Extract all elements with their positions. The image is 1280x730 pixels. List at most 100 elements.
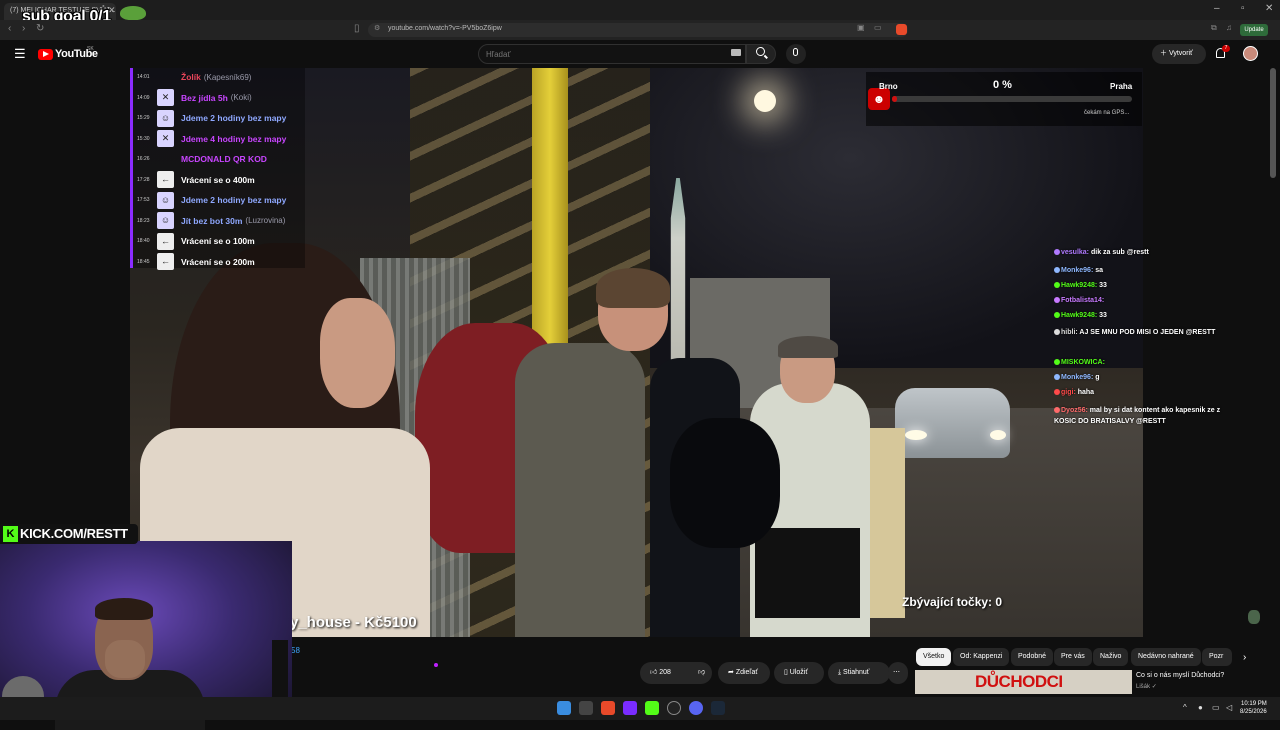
task-label: Jdeme 4 hodiny bez mapy (181, 133, 287, 144)
thumbs-up-icon: 👍︎ (650, 669, 660, 676)
chat-username: Hawk9248: (1061, 282, 1098, 289)
task-time: 15:29 (137, 115, 150, 121)
gps-progress-fill (892, 96, 897, 102)
task-row: 15:30 ✕ Jdeme 4 hodiny bez mapy (137, 130, 286, 148)
chat-badge-icon (1054, 297, 1060, 304)
kick-url: KICK.COM/RESTT (20, 526, 128, 541)
windows-start-icon[interactable] (557, 701, 571, 715)
chat-text: haha (1077, 389, 1095, 396)
chip-filter[interactable]: Podobné (1011, 648, 1054, 666)
create-button[interactable]: ＋ Vytvoriť (1152, 44, 1206, 64)
task-time: 17:28 (137, 176, 150, 183)
task-label: Vrácení se o 100m (181, 236, 255, 246)
chip-filter[interactable]: Pozr (1202, 648, 1232, 666)
page-scrollbar[interactable] (1270, 68, 1276, 178)
discord-icon[interactable] (689, 701, 703, 715)
gps-status: čekám na GPS... (1084, 110, 1130, 116)
app-icon[interactable] (579, 701, 593, 715)
task-label: Bez jídla 5h (181, 92, 228, 103)
task-time: 14:01 (137, 74, 150, 80)
network-icon[interactable]: ▭ (1212, 703, 1220, 712)
gps-percent: 0 % (993, 79, 1012, 91)
chip-filter[interactable]: Nedávno nahrané (1131, 648, 1201, 666)
chat-message: hibli: AJ SE MNU POD MISI O JEDEN @RESTT (1054, 328, 1230, 339)
close-window-icon[interactable]: ✕ (1265, 3, 1273, 14)
like-button[interactable]: 👍︎ 208 (640, 662, 688, 684)
menu-icon[interactable]: ☰ (14, 46, 26, 62)
more-actions-button[interactable]: ⋯ (888, 662, 908, 684)
chip-filter[interactable]: Naživo (1093, 648, 1129, 666)
share-button[interactable]: ➦ Zdieľať (718, 662, 770, 684)
verified-icon: ✓ (1151, 684, 1157, 690)
chevron-right-icon[interactable]: › (1243, 652, 1246, 663)
brave-browser-icon[interactable] (601, 701, 615, 715)
cross-icon: ✕ (157, 89, 174, 106)
obs-icon[interactable] (667, 701, 681, 715)
chat-username: Monke96: (1061, 374, 1094, 381)
notification-badge: 7 (1222, 45, 1230, 52)
mascot-icon (1248, 610, 1260, 624)
video-car-headlight (905, 430, 927, 440)
chip-filter[interactable]: Od: Kappenzi (953, 648, 1010, 666)
chat-message: Hawk9248: 33 (1054, 311, 1230, 322)
task-label: Vrácení se o 200m (181, 256, 255, 267)
task-label: MCDONALD QR KOD (181, 154, 267, 164)
brave-shield-icon[interactable] (896, 24, 907, 35)
chat-message: Monke96: g (1054, 373, 1230, 384)
youtube-play-glyph (43, 51, 49, 57)
task-row: 14:09 ✕ Bez jídla 5h (Koki) (137, 89, 252, 107)
chip-filter[interactable]: Všetko (916, 648, 952, 666)
thumbnail-text: DŮCHODCI (975, 672, 1063, 691)
share-label: Zdieľať (735, 669, 758, 676)
task-time: 16:26 (137, 156, 150, 162)
minimize-icon[interactable]: – (1214, 3, 1220, 14)
tray-clock[interactable]: 10:19 PM 8/25/2026 (1240, 700, 1267, 716)
download-button[interactable]: ⤓ Stiahnuť (828, 662, 890, 684)
site-info-icon[interactable]: ⚙ (374, 24, 380, 32)
reload-icon[interactable]: ↻ (36, 23, 44, 34)
sidebar-icon[interactable]: ▭ (874, 23, 882, 32)
chat-username: Dyoz56: (1061, 407, 1088, 414)
avatar[interactable] (1243, 46, 1258, 61)
update-button[interactable]: Update (1240, 24, 1268, 36)
save-label: Uložiť (789, 669, 808, 676)
kick-logo-icon: K (3, 526, 18, 542)
app-icon[interactable] (623, 701, 637, 715)
bookmark-icon[interactable]: ▯ (354, 23, 360, 34)
mic-tray-icon[interactable]: ● (1198, 703, 1203, 712)
extensions-icon[interactable]: ⧉ (1211, 23, 1217, 33)
volume-icon[interactable]: ◁ (1226, 703, 1232, 712)
steam-icon[interactable] (711, 701, 725, 715)
save-button[interactable]: ▯ Uložiť (774, 662, 824, 684)
media-icon[interactable]: ♫ (1226, 23, 1232, 32)
chat-badge-icon (1054, 329, 1060, 336)
chip-filter[interactable]: Pre vás (1054, 648, 1092, 666)
task-requester: (Koki) (230, 93, 252, 102)
maximize-icon[interactable]: ▫ (1241, 3, 1245, 14)
video-sign-board (865, 428, 905, 618)
region-code: SK (87, 46, 94, 52)
task-requester: (Kapesník69) (203, 72, 252, 82)
recommendation-title[interactable]: Co si o nás myslí Důchodci? (1136, 672, 1224, 679)
kick-app-icon[interactable] (645, 701, 659, 715)
video-person-cap (778, 336, 838, 358)
tray-arrow-icon[interactable]: ^ (1183, 703, 1187, 712)
task-time: 17:53 (137, 197, 150, 203)
task-list-overlay: 14:01 Žolík (Kapesník69) 14:09 ✕ Bez jídla 5h… (130, 68, 305, 270)
dislike-button[interactable]: 👎︎ (688, 662, 712, 684)
task-requester: (Luzrovina) (245, 216, 286, 225)
translate-icon[interactable]: ▣ (857, 23, 865, 32)
task-time: 14:09 (137, 94, 150, 101)
chat-badge-icon (1054, 282, 1060, 289)
forward-icon[interactable]: › (22, 23, 25, 34)
task-row: 16:26 MCDONALD QR KOD (137, 150, 267, 168)
keyboard-icon[interactable] (731, 49, 741, 56)
back-icon[interactable]: ‹ (8, 23, 11, 34)
arrow-left-icon: ← (157, 171, 174, 188)
face-icon (157, 151, 174, 168)
search-input[interactable] (486, 48, 686, 60)
clock-time: 10:19 PM (1241, 701, 1267, 707)
more-icon: ⋯ (893, 669, 900, 676)
chat-badge-icon (1054, 374, 1060, 381)
recommendation-channel[interactable]: Lišák ✓ (1136, 683, 1157, 690)
